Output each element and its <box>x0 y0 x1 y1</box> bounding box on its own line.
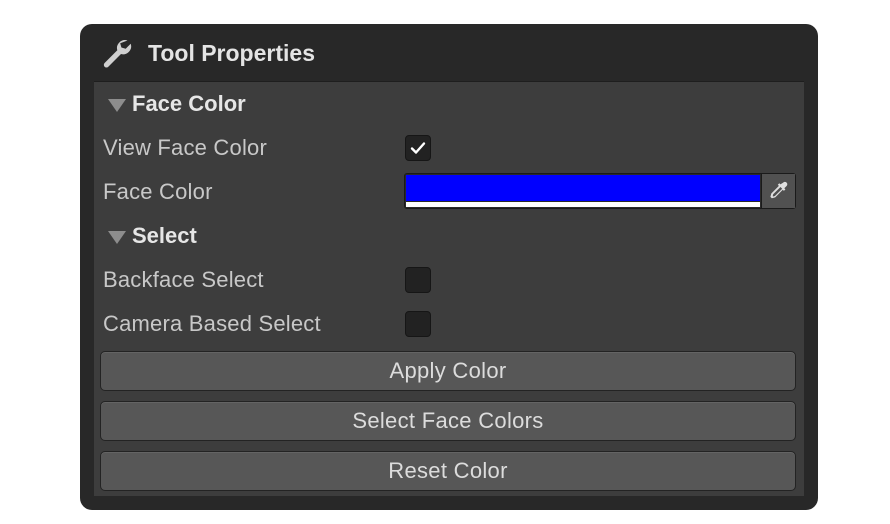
collapse-triangle-icon <box>108 98 126 112</box>
view-face-color-label: View Face Color <box>103 135 267 160</box>
backface-select-label: Backface Select <box>103 267 264 292</box>
section-face-color-header[interactable]: Face Color <box>108 90 246 118</box>
camera-based-select-checkbox[interactable] <box>405 311 431 337</box>
eyedropper-button[interactable] <box>761 174 795 208</box>
checkmark-icon <box>410 142 426 154</box>
section-select-label: Select <box>132 223 197 248</box>
face-color-field[interactable] <box>404 173 796 209</box>
wrench-icon <box>100 36 134 70</box>
reset-color-button[interactable]: Reset Color <box>100 451 796 491</box>
face-color-label: Face Color <box>103 179 213 204</box>
collapse-triangle-icon <box>108 230 126 244</box>
section-select-header[interactable]: Select <box>108 222 197 250</box>
alpha-bar <box>406 202 760 207</box>
apply-color-button[interactable]: Apply Color <box>100 351 796 391</box>
section-face-color-label: Face Color <box>132 91 246 116</box>
view-face-color-checkbox[interactable] <box>405 135 431 161</box>
eyedropper-icon <box>769 181 787 199</box>
color-swatch[interactable] <box>406 175 760 201</box>
window-title: Tool Properties <box>148 40 315 66</box>
select-face-colors-button[interactable]: Select Face Colors <box>100 401 796 441</box>
properties-panel: Face Color View Face Color Face Color Se… <box>94 81 804 496</box>
backface-select-checkbox[interactable] <box>405 267 431 293</box>
title-bar: Tool Properties <box>80 24 818 80</box>
tool-properties-window: Tool Properties Face Color View Face Col… <box>80 24 818 510</box>
camera-based-select-label: Camera Based Select <box>103 311 321 336</box>
